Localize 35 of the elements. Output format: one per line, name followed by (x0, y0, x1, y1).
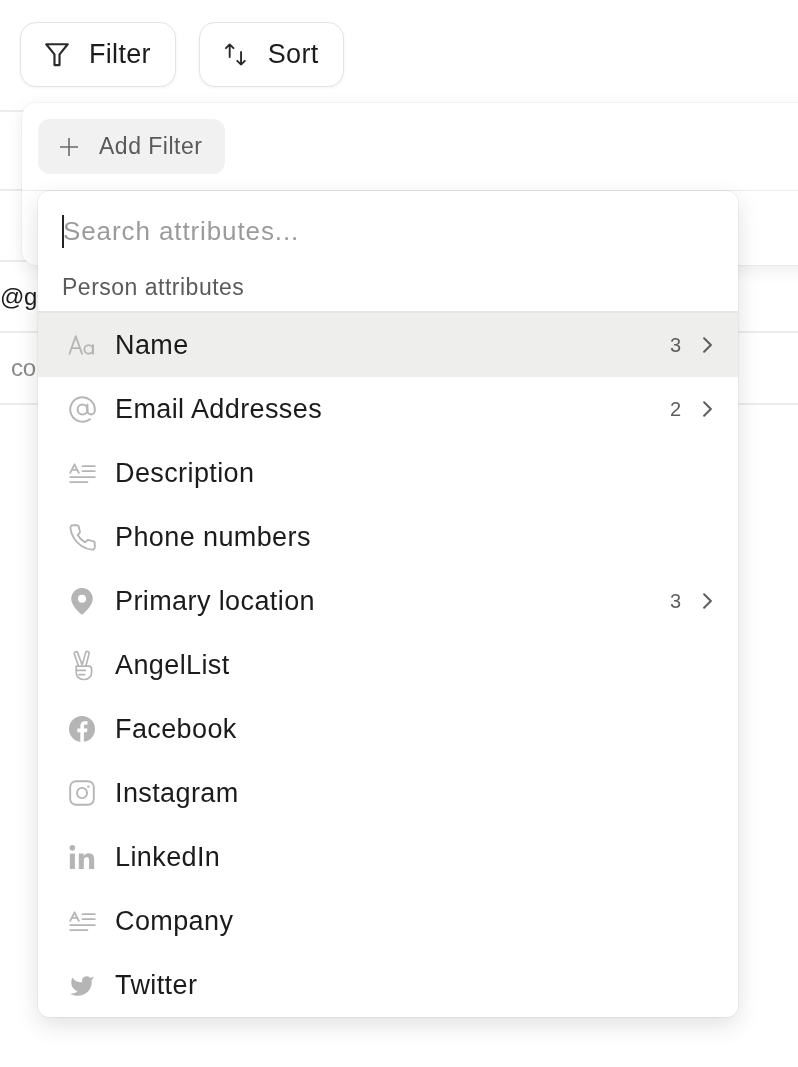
sort-icon (223, 43, 248, 66)
table-cell: @g (0, 282, 38, 311)
phone-icon (68, 523, 96, 551)
sort-button[interactable]: Sort (198, 22, 344, 87)
menu-item[interactable]: Twitter (38, 953, 738, 1017)
menu-item[interactable]: AngelList (38, 633, 738, 697)
facebook-icon (69, 716, 95, 742)
add-filter-button[interactable]: Add Filter (38, 119, 226, 174)
menu-item[interactable]: LinkedIn (38, 825, 738, 889)
at-sign-icon (68, 395, 96, 423)
map-pin-icon (71, 587, 93, 615)
table-cell-text: co (10, 354, 36, 382)
peace-hand-icon (71, 649, 93, 681)
text-case-icon (68, 335, 96, 355)
menu-item[interactable]: Phone numbers (38, 505, 738, 569)
menu-item[interactable]: Description (38, 441, 738, 505)
item-count: 2 (669, 397, 681, 421)
menu-item[interactable]: Facebook (38, 697, 738, 761)
menu-item[interactable]: Email Addresses 2 (38, 377, 738, 441)
section-heading: Person attributes (62, 274, 245, 300)
item-count: 3 (669, 333, 681, 357)
text-lines-icon (68, 462, 96, 484)
filter-icon (45, 42, 69, 67)
filter-button[interactable]: Filter (20, 22, 176, 87)
menu-item[interactable]: Primary location 3 (38, 569, 738, 633)
menu-item[interactable]: Name 3 (38, 313, 738, 377)
item-count: 3 (669, 589, 681, 613)
plus-icon (60, 137, 78, 156)
linkedin-icon (69, 845, 95, 869)
menu-item[interactable]: Instagram (38, 761, 738, 825)
text-lines-icon (68, 910, 96, 932)
instagram-icon (69, 780, 95, 806)
search-field[interactable]: Search attributes... (63, 211, 714, 251)
menu-item[interactable]: Company (38, 889, 738, 953)
bird-icon (69, 974, 95, 996)
